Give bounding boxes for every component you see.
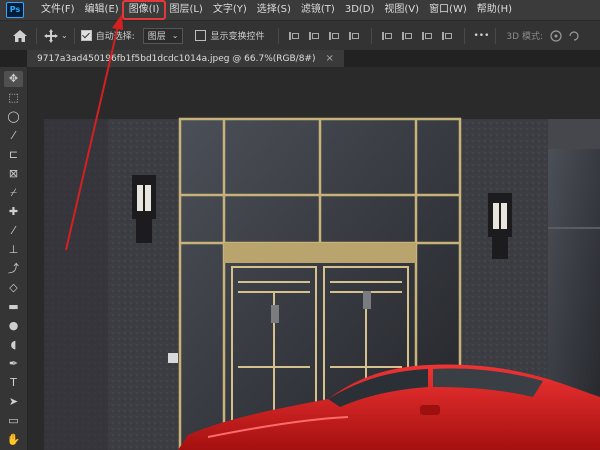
options-bar: ⌄ 自动选择: 图层 ⌄ 显示变换控件 ••• 3D 模式: [0, 20, 600, 51]
menu-items: 文件(F) 编辑(E) 图像(I) 图层(L) 文字(Y) 选择(S) 滤镜(T… [36, 0, 517, 20]
distribute-left-icon[interactable] [382, 31, 394, 41]
menu-filter[interactable]: 滤镜(T) [296, 2, 340, 18]
align-top-icon[interactable] [349, 31, 361, 41]
more-options-button[interactable]: ••• [473, 31, 489, 41]
align-center-icon[interactable] [309, 31, 321, 41]
menu-image[interactable]: 图像(I) [121, 0, 167, 20]
distribute-right-icon[interactable] [422, 31, 434, 41]
document-tab-title: 9717a3ad450196fb1f5bd1dcdc1014a.jpeg @ 6… [37, 53, 316, 64]
hand-tool-icon[interactable]: ✋ [4, 432, 23, 448]
distribute-center-icon[interactable] [402, 31, 414, 41]
document-canvas[interactable] [28, 67, 600, 450]
menu-layer[interactable]: 图层(L) [164, 2, 207, 18]
align-right-icon[interactable] [329, 31, 341, 41]
menu-3d[interactable]: 3D(D) [340, 2, 380, 18]
path-selection-tool-icon[interactable]: ➤ [4, 394, 23, 410]
auto-select-label: 自动选择: [95, 32, 135, 42]
close-icon[interactable]: × [326, 53, 334, 64]
tools-panel: ✥ ⬚ ◯ ⁄ ⊏ ⊠ ⌿ ✚ ⁄ ⊥ ⤴ ◇ ▬ ● ◖ ✒ T ➤ ▭ ✋ [0, 67, 28, 450]
brush-tool-icon[interactable]: ⁄ [4, 223, 23, 239]
separator [495, 27, 497, 44]
align-left-icon[interactable] [289, 31, 301, 41]
menu-window[interactable]: 窗口(W) [424, 2, 472, 18]
show-transform-checkbox[interactable] [195, 30, 207, 41]
menu-type[interactable]: 文字(Y) [208, 2, 252, 18]
layer-select-value: 图层 [147, 32, 166, 42]
separator [73, 27, 75, 44]
menu-file[interactable]: 文件(F) [36, 2, 80, 18]
home-icon[interactable] [10, 28, 30, 44]
document-tab[interactable]: 9717a3ad450196fb1f5bd1dcdc1014a.jpeg @ 6… [27, 50, 344, 67]
menu-select[interactable]: 选择(S) [252, 2, 296, 18]
distribute-top-icon[interactable] [442, 31, 454, 41]
lasso-tool-icon[interactable]: ◯ [4, 109, 23, 125]
rectangle-tool-icon[interactable]: ▭ [4, 413, 23, 429]
pen-tool-icon[interactable]: ✒ [4, 356, 23, 372]
document-tab-bar: 9717a3ad450196fb1f5bd1dcdc1014a.jpeg @ 6… [0, 50, 600, 67]
healing-brush-tool-icon[interactable]: ✚ [4, 204, 23, 220]
auto-select-checkbox[interactable] [80, 30, 92, 41]
dodge-tool-icon[interactable]: ◖ [4, 337, 23, 353]
show-transform-label: 显示变换控件 [210, 32, 265, 42]
mode-3d-label: 3D 模式: [506, 32, 543, 42]
menu-bar: Ps 文件(F) 编辑(E) 图像(I) 图层(L) 文字(Y) 选择(S) 滤… [0, 0, 600, 20]
photoshop-logo: Ps [6, 2, 24, 18]
crop-tool-icon[interactable]: ⊏ [4, 147, 23, 163]
3d-orbit-icon[interactable] [549, 29, 563, 43]
separator [371, 27, 373, 44]
layer-select-dropdown[interactable]: 图层 ⌄ [142, 27, 184, 44]
photo-building-and-car [44, 117, 600, 450]
move-tool-preset-icon[interactable] [43, 28, 59, 44]
blur-tool-icon[interactable]: ● [4, 318, 23, 334]
gradient-tool-icon[interactable]: ▬ [4, 299, 23, 315]
magic-wand-tool-icon[interactable]: ⁄ [4, 128, 23, 144]
menu-edit[interactable]: 编辑(E) [80, 2, 124, 18]
history-brush-tool-icon[interactable]: ⤴ [4, 261, 23, 277]
type-tool-icon[interactable]: T [4, 375, 23, 391]
marquee-tool-icon[interactable]: ⬚ [4, 90, 23, 106]
eyedropper-tool-icon[interactable]: ⌿ [4, 185, 23, 201]
separator [464, 27, 466, 44]
3d-roll-icon[interactable] [567, 29, 581, 43]
eraser-tool-icon[interactable]: ◇ [4, 280, 23, 296]
move-tool-icon[interactable]: ✥ [4, 71, 23, 87]
menu-view[interactable]: 视图(V) [379, 2, 424, 18]
chevron-down-icon[interactable]: ⌄ [61, 31, 68, 40]
separator [278, 27, 280, 44]
separator [36, 27, 37, 44]
clone-stamp-tool-icon[interactable]: ⊥ [4, 242, 23, 258]
menu-help[interactable]: 帮助(H) [472, 2, 517, 18]
frame-tool-icon[interactable]: ⊠ [4, 166, 23, 182]
chevron-down-icon: ⌄ [171, 31, 179, 40]
